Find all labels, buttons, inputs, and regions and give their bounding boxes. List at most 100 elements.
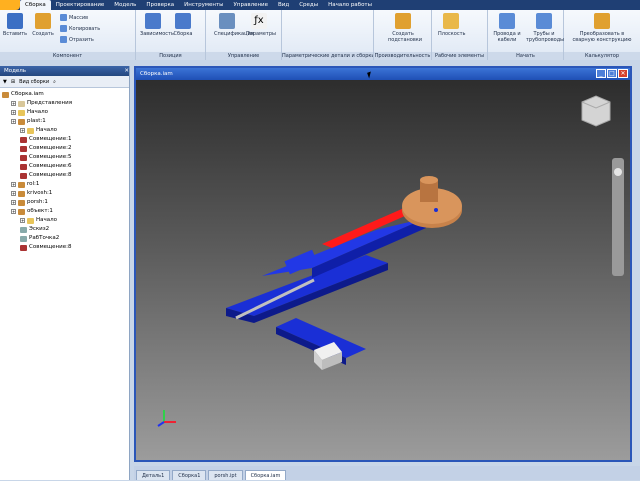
expand-icon[interactable]: + xyxy=(11,209,16,214)
expand-icon[interactable]: + xyxy=(11,101,16,106)
tree-node-label: Совмещение:2 xyxy=(29,145,72,151)
tree-node[interactable]: Совмещение:8 xyxy=(0,243,129,252)
tree-node-label: porsh:1 xyxy=(27,199,48,205)
tab-design[interactable]: Проектирование xyxy=(51,0,110,10)
tree-node-label: Совмещение:8 xyxy=(29,172,72,178)
close-button[interactable]: ✕ xyxy=(618,69,628,78)
copy-button[interactable]: Копировать xyxy=(60,25,100,32)
axis-triad-icon xyxy=(157,410,176,427)
crank-shaft-top xyxy=(420,176,438,184)
tab-tools[interactable]: Инструменты xyxy=(179,0,228,10)
tab-model[interactable]: Модель xyxy=(109,0,141,10)
3d-viewport[interactable] xyxy=(136,80,630,460)
tab-view[interactable]: Вид xyxy=(273,0,294,10)
tree-node-label: РабТочка2 xyxy=(29,235,60,241)
browser-title[interactable]: Модель xyxy=(4,66,26,76)
tree-node[interactable]: + Представления xyxy=(0,99,129,108)
insert-icon xyxy=(7,13,23,29)
tree-node[interactable]: + Начало xyxy=(0,126,129,135)
constraint-icon xyxy=(145,13,161,29)
tab-inspect[interactable]: Проверка xyxy=(141,0,179,10)
node-icon xyxy=(20,244,27,251)
group-label-parametric: Параметрические детали и сборки xyxy=(282,52,373,60)
tree-node[interactable]: + Начало xyxy=(0,216,129,225)
filter-icon[interactable]: ▼ xyxy=(3,79,7,85)
create-button[interactable]: Создать xyxy=(30,13,56,37)
minimize-button[interactable]: _ xyxy=(596,69,606,78)
expand-icon[interactable]: + xyxy=(11,182,16,187)
tab-assembly[interactable]: Сборка xyxy=(20,0,51,10)
close-icon[interactable]: ✕ xyxy=(124,66,129,76)
tree-node-label: Начало xyxy=(36,127,58,133)
tree-node-label: Начало xyxy=(36,217,58,223)
tree-node[interactable]: Сборка.iam xyxy=(0,90,129,99)
tree-node[interactable]: Эскиз2 xyxy=(0,225,129,234)
model-tree: Сборка.iam + Представления + Начало + plast:1 +… xyxy=(0,88,129,252)
doc-tab-part1[interactable]: Деталь1 xyxy=(136,470,171,480)
doc-tab-assembly-iam[interactable]: Сборка.iam xyxy=(244,470,287,480)
expand-icon[interactable]: + xyxy=(11,200,16,205)
view-selector[interactable]: Вид сборки xyxy=(19,79,49,85)
group-label-productivity: Производительность xyxy=(374,52,431,60)
tree-node-label: plast:1 xyxy=(27,118,46,124)
convert-weldment-button[interactable]: Преобразовать в сварную конструкцию xyxy=(568,13,636,43)
tree-node[interactable]: + krivosh:1 xyxy=(0,189,129,198)
assemble-button[interactable]: Сборка xyxy=(170,13,196,37)
expand-icon[interactable]: + xyxy=(11,191,16,196)
group-label-work-features: Рабочие элементы xyxy=(432,52,487,60)
create-icon xyxy=(35,13,51,29)
node-icon xyxy=(18,100,25,107)
node-icon xyxy=(18,118,25,125)
create-substitute-button[interactable]: Создать подстановки xyxy=(388,13,422,43)
node-icon xyxy=(18,190,25,197)
doc-tab-assembly1[interactable]: Сборка1 xyxy=(172,470,207,480)
tree-node[interactable]: + porsh:1 xyxy=(0,198,129,207)
pattern-button[interactable]: Массив xyxy=(60,14,88,21)
wires-button[interactable]: Провода и кабели xyxy=(490,13,524,43)
tab-manage[interactable]: Управление xyxy=(229,0,274,10)
expand-icon[interactable]: + xyxy=(20,218,25,223)
tree-node[interactable]: + Начало xyxy=(0,108,129,117)
crank-pin xyxy=(434,208,438,212)
expand-icon[interactable]: + xyxy=(11,119,16,124)
doc-tab-porsh[interactable]: porsh.ipt xyxy=(208,470,243,480)
tree-node[interactable]: РабТочка2 xyxy=(0,234,129,243)
tree-node[interactable]: + объект:1 xyxy=(0,207,129,216)
maximize-button[interactable]: □ xyxy=(607,69,617,78)
tab-get-started[interactable]: Начало работы xyxy=(323,0,377,10)
wires-icon xyxy=(499,13,515,29)
steering-wheel-icon[interactable] xyxy=(614,168,622,176)
pipes-button[interactable]: Трубы и трубопроводы xyxy=(526,13,564,43)
tree-node[interactable]: + plast:1 xyxy=(0,117,129,126)
binoculars-icon[interactable]: ⌕ xyxy=(53,79,56,85)
tree-node[interactable]: Совмещение:2 xyxy=(0,144,129,153)
tab-environments[interactable]: Среды xyxy=(294,0,323,10)
bom-button[interactable]: Спецификация xyxy=(214,13,254,37)
node-icon xyxy=(18,181,25,188)
group-component: Вставить Создать Массив Копировать Отраз… xyxy=(0,10,136,60)
insert-button[interactable]: Вставить xyxy=(2,13,28,37)
tree-node[interactable]: + rol:1 xyxy=(0,180,129,189)
group-label-component: Компонент xyxy=(0,52,135,60)
tree-node[interactable]: Совмещение:5 xyxy=(0,153,129,162)
tree-node[interactable]: Совмещение:8 xyxy=(0,171,129,180)
viewcube-icon[interactable] xyxy=(581,95,611,127)
bom-icon xyxy=(219,13,235,29)
fx-icon: ƒx xyxy=(251,13,267,29)
node-icon xyxy=(18,109,25,116)
tree-node-label: Представления xyxy=(27,100,73,106)
mirror-button[interactable]: Отразить xyxy=(60,36,94,43)
parameters-button[interactable]: ƒx Параметры xyxy=(246,13,276,37)
node-icon xyxy=(20,163,27,170)
tree-node[interactable]: Совмещение:6 xyxy=(0,162,129,171)
hierarchy-icon[interactable]: ⊞ xyxy=(11,79,15,85)
node-icon xyxy=(27,217,34,224)
assembly-model xyxy=(157,95,624,427)
expand-icon[interactable]: + xyxy=(20,128,25,133)
tree-node-label: krivosh:1 xyxy=(27,190,53,196)
application-menu-button[interactable] xyxy=(0,0,20,10)
constraint-button[interactable]: Зависимость xyxy=(140,13,174,37)
plane-button[interactable]: Плоскость xyxy=(438,13,465,37)
expand-icon[interactable]: + xyxy=(11,110,16,115)
tree-node[interactable]: Совмещение:1 xyxy=(0,135,129,144)
